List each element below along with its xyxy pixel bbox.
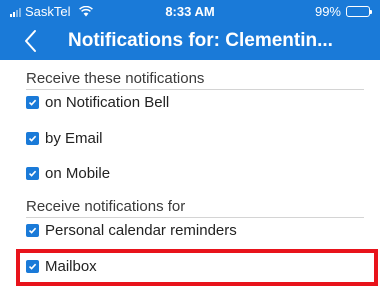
option-label: Personal calendar reminders	[45, 222, 237, 239]
battery-status: 99%	[314, 4, 372, 19]
checkmark-icon	[28, 135, 37, 142]
highlight-box	[16, 249, 378, 286]
back-chevron-icon[interactable]	[20, 26, 42, 56]
nav-bar: Notifications for: Clementin...	[0, 24, 380, 60]
page-title: Notifications for: Clementin...	[68, 30, 333, 51]
option-by-email[interactable]: by Email	[26, 130, 103, 147]
checkmark-icon	[28, 170, 37, 177]
section-divider	[26, 89, 364, 90]
option-label: on Mobile	[45, 165, 111, 182]
option-label: on Notification Bell	[45, 94, 170, 111]
option-label: by Email	[45, 130, 103, 147]
checkbox-notification-bell[interactable]	[26, 96, 39, 109]
battery-percent: 99%	[314, 4, 341, 19]
checkbox-by-email[interactable]	[26, 132, 39, 145]
checkmark-icon	[28, 227, 37, 234]
status-bar: SaskTel 8:33 AM 99%	[0, 0, 380, 24]
option-notification-bell[interactable]: on Notification Bell	[26, 94, 169, 111]
section-label-receive-these: Receive these notifications	[26, 70, 205, 87]
checkbox-personal-calendar-reminders[interactable]	[26, 224, 39, 237]
section-label-receive-for: Receive notifications for	[26, 198, 186, 215]
app-header: SaskTel 8:33 AM 99% Notifications for: C…	[0, 0, 380, 60]
section-divider	[26, 217, 364, 218]
checkbox-on-mobile[interactable]	[26, 167, 39, 180]
battery-icon	[346, 6, 372, 17]
option-on-mobile[interactable]: on Mobile	[26, 165, 110, 182]
checkmark-icon	[28, 99, 37, 106]
option-personal-calendar-reminders[interactable]: Personal calendar reminders	[26, 222, 237, 239]
